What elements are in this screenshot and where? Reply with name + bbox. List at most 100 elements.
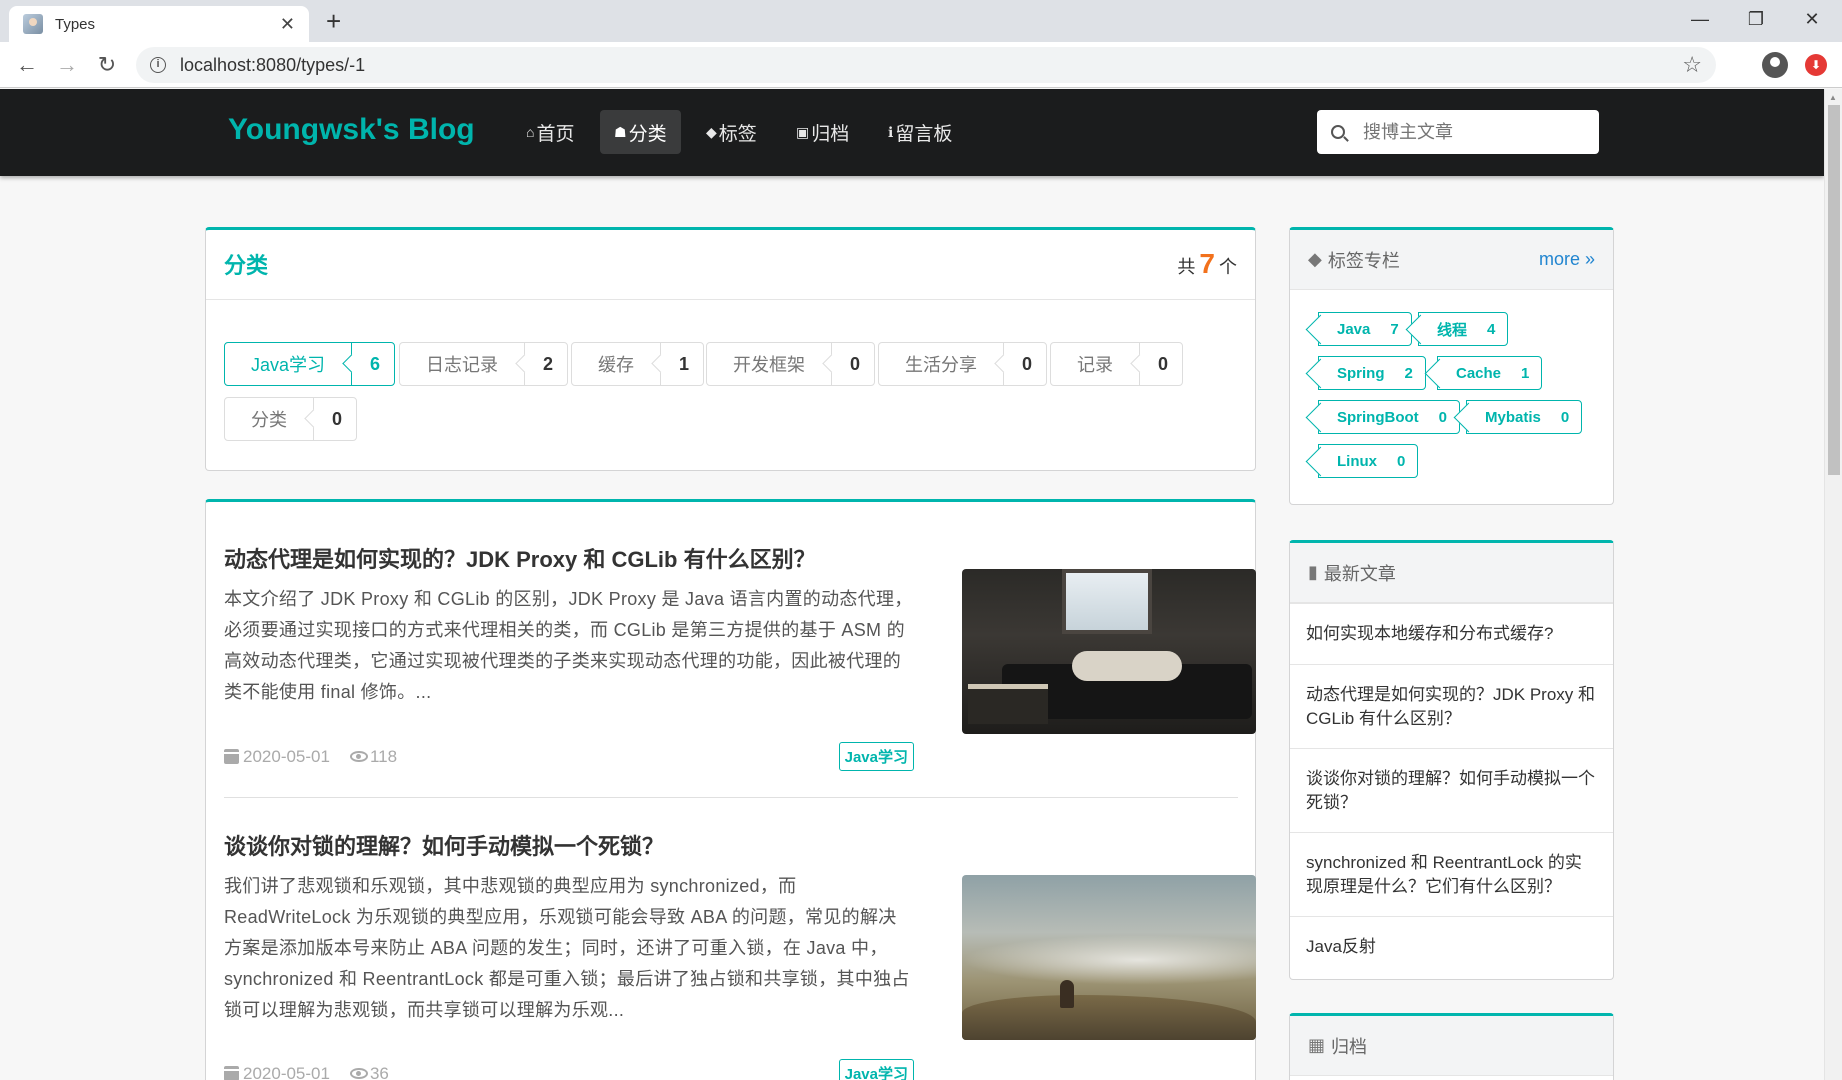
- tag-count: 4: [1487, 320, 1496, 338]
- article-views: 36: [369, 1063, 389, 1080]
- window-minimize-icon[interactable]: —: [1672, 4, 1728, 34]
- search-input[interactable]: [1363, 121, 1583, 143]
- sidebar-tag[interactable]: Mybatis 0: [1466, 400, 1583, 434]
- site-search[interactable]: [1317, 110, 1599, 154]
- new-tab-icon[interactable]: +: [326, 8, 341, 34]
- type-count: 0: [831, 343, 874, 385]
- article-cover-image[interactable]: [962, 875, 1256, 1040]
- window-close-icon[interactable]: ✕: [1784, 4, 1840, 34]
- nav-tags[interactable]: ◆ 标签: [692, 110, 771, 154]
- recent-article-link[interactable]: 谈谈你对锁的理解？如何手动模拟一个死锁？: [1290, 748, 1613, 832]
- article-type-tag[interactable]: Java学习: [838, 1059, 914, 1080]
- nav-archives[interactable]: ▣ 归档: [782, 110, 863, 154]
- tag-count: 0: [1397, 452, 1406, 470]
- article-desc: 我们讲了悲观锁和乐观锁，其中悲观锁的典型应用为 synchronized，而 R…: [224, 876, 910, 1020]
- bookmark-star-icon[interactable]: ☆: [1682, 52, 1702, 78]
- sidebar-tag[interactable]: Linux 0: [1318, 444, 1419, 478]
- back-arrow-icon[interactable]: ←: [12, 50, 42, 80]
- recent-panel-header: ▮ 最新文章: [1290, 543, 1613, 603]
- article-meta: 2020-05-01 118 Java学习: [224, 742, 914, 771]
- reload-icon[interactable]: ↻: [92, 50, 122, 80]
- forward-arrow-icon[interactable]: →: [52, 50, 82, 80]
- article-item: 谈谈你对锁的理解？如何手动模拟一个死锁？ 我们讲了悲观锁和乐观锁，其中悲观锁的典…: [224, 829, 1256, 1080]
- recent-article-link[interactable]: 如何实现本地缓存和分布式缓存?: [1290, 603, 1613, 664]
- article-item: 动态代理是如何实现的？JDK Proxy 和 CGLib 有什么区别？ 本文介绍…: [224, 542, 1256, 771]
- nav-guestbook[interactable]: ℹ 留言板: [874, 110, 966, 154]
- article-views: 118: [369, 746, 398, 766]
- types-panel: 分类 共7个 Java学习 6 日志记录 2 缓存 1 开发框架 0 生活分享 0 记录 0…: [205, 227, 1256, 471]
- archive-panel-title: 归档: [1331, 1036, 1368, 1057]
- article-cover-image[interactable]: [962, 569, 1256, 734]
- eye-icon: [349, 1068, 368, 1079]
- recent-panel: ▮ 最新文章 如何实现本地缓存和分布式缓存? 动态代理是如何实现的？JDK Pr…: [1289, 540, 1614, 980]
- bookmark-icon: ▮: [1308, 562, 1318, 582]
- type-label: 缓存: [598, 355, 634, 375]
- address-bar[interactable]: i localhost:8080/types/-1 ☆: [136, 47, 1716, 83]
- type-button-category[interactable]: 分类 0: [224, 397, 358, 441]
- tag-count: 0: [1438, 408, 1447, 426]
- tag-count: 7: [1390, 320, 1399, 338]
- sidebar-tag[interactable]: 线程 4: [1418, 312, 1509, 346]
- nav-archives-label: 归档: [811, 123, 850, 145]
- search-icon: [1331, 125, 1345, 139]
- type-label: 开发框架: [733, 355, 805, 375]
- image-window: [1062, 569, 1152, 634]
- type-button-log[interactable]: 日志记录 2: [399, 342, 569, 386]
- types-count: 共7个: [1177, 248, 1237, 280]
- sidebar-tag[interactable]: Cache 1: [1437, 356, 1543, 390]
- tags-panel-header: ◆ 标签专栏 more »: [1290, 230, 1613, 290]
- calendar-icon: [224, 1066, 239, 1080]
- article-type-tag[interactable]: Java学习: [838, 742, 914, 771]
- page-scrollbar[interactable]: ▲: [1824, 89, 1842, 1080]
- idea-icon: ☗: [614, 123, 627, 140]
- nav-tags-label: 标签: [718, 123, 757, 145]
- tags-panel: ◆ 标签专栏 more » Java 7 线程 4 Spring 2 Cache 1 S…: [1289, 227, 1614, 505]
- tag-name: Java: [1337, 320, 1371, 338]
- sidebar-tag[interactable]: SpringBoot 0: [1318, 400, 1460, 434]
- scroll-up-icon[interactable]: ▲: [1829, 93, 1837, 102]
- recent-article-link[interactable]: Java反射: [1290, 916, 1613, 977]
- image-rock: [962, 995, 1256, 1040]
- nav-types[interactable]: ☗ 分类: [600, 110, 681, 154]
- sidebar-tag[interactable]: Spring 2: [1318, 356, 1426, 390]
- browser-tabbar: Types ✕ + — ❐ ✕: [0, 0, 1842, 42]
- nav-guestbook-label: 留言板: [895, 123, 953, 145]
- tags-panel-title: 标签专栏: [1327, 250, 1400, 271]
- browser-tab[interactable]: Types ✕: [9, 6, 309, 42]
- type-button-framework[interactable]: 开发框架 0: [706, 342, 876, 386]
- tag-name: Cache: [1456, 364, 1502, 382]
- type-label: 分类: [251, 410, 287, 430]
- tab-close-icon[interactable]: ✕: [280, 14, 295, 35]
- recent-panel-title: 最新文章: [1323, 563, 1396, 584]
- type-label: 生活分享: [905, 355, 977, 375]
- window-maximize-icon[interactable]: ❐: [1728, 4, 1784, 34]
- tag-name: Linux: [1337, 452, 1377, 470]
- profile-avatar-icon[interactable]: [1762, 52, 1788, 78]
- tags-more-link[interactable]: more »: [1539, 249, 1595, 270]
- article-meta: 2020-05-01 36 Java学习: [224, 1059, 914, 1080]
- browser-toolbar: ← → ↻ i localhost:8080/types/-1 ☆ ⬇: [0, 42, 1842, 88]
- extension-icon[interactable]: ⬇: [1805, 54, 1827, 76]
- image-table: [968, 684, 1048, 724]
- image-cloud: [962, 935, 1256, 985]
- image-figure: [1060, 980, 1074, 1008]
- recent-article-link[interactable]: 动态代理是如何实现的？JDK Proxy 和 CGLib 有什么区别？: [1290, 664, 1613, 748]
- type-button-java[interactable]: Java学习 6: [224, 342, 396, 386]
- tags-more-label: more: [1538, 249, 1580, 269]
- type-button-cache[interactable]: 缓存 1: [571, 342, 705, 386]
- site-info-icon[interactable]: i: [150, 57, 166, 73]
- archive-panel: ▦ 归档: [1289, 1013, 1614, 1080]
- type-button-record[interactable]: 记录 0: [1050, 342, 1184, 386]
- article-list: 动态代理是如何实现的？JDK Proxy 和 CGLib 有什么区别？ 本文介绍…: [205, 499, 1256, 1080]
- sidebar-tag[interactable]: Java 7: [1318, 312, 1412, 346]
- scrollbar-thumb[interactable]: [1828, 105, 1840, 475]
- site-favicon-icon: [23, 14, 43, 34]
- double-chevron-right-icon: »: [1584, 249, 1595, 269]
- type-button-life[interactable]: 生活分享 0: [878, 342, 1048, 386]
- eye-icon: [349, 751, 368, 762]
- site-brand[interactable]: Youngwsk's Blog: [228, 113, 475, 147]
- tags-icon: ◆: [1308, 249, 1322, 269]
- article-title[interactable]: 谈谈你对锁的理解？如何手动模拟一个死锁？: [224, 829, 1238, 861]
- recent-article-link[interactable]: synchronized 和 ReentrantLock 的实现原理是什么？它们…: [1290, 832, 1613, 916]
- nav-home[interactable]: ⌂ 首页: [512, 110, 588, 154]
